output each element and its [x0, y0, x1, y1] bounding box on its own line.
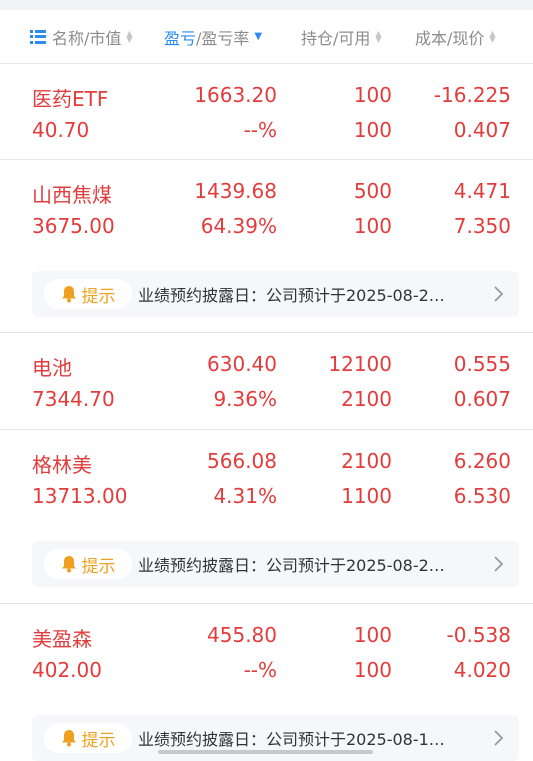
current-price: 4.020: [453, 658, 511, 682]
column-header-pnl[interactable]: 盈亏/盈亏率 ▼: [164, 10, 262, 63]
earnings-notice-banner[interactable]: 提示 业绩预约披露日：公司预计于2025-08-2…: [32, 271, 519, 317]
holding-row[interactable]: 美盈森 455.80 100 -0.538 402.00 --% 100 4.0…: [0, 604, 533, 699]
market-value: 3675.00: [32, 214, 115, 238]
notice-tag-label: 提示: [81, 286, 116, 307]
holding-row[interactable]: 医药ETF 1663.20 100 -16.225 40.70 --% 100 …: [0, 64, 533, 159]
current-price: 7.350: [453, 214, 511, 238]
position-qty: 100: [353, 83, 392, 107]
current-price: 0.607: [453, 387, 511, 411]
cost-price: 0.555: [453, 352, 511, 376]
sort-icon: ▲ ▼: [126, 28, 133, 44]
top-strip: [0, 0, 533, 10]
pnl-value: 630.40: [207, 352, 277, 376]
notice-tag-label: 提示: [81, 556, 116, 577]
available-qty: 100: [353, 214, 392, 238]
stock-name: 格林美: [32, 453, 92, 477]
pnl-value: 1439.68: [194, 179, 277, 203]
earnings-notice-banner[interactable]: 提示 业绩预约披露日：公司预计于2025-08-1…: [32, 715, 519, 761]
position-qty: 12100: [328, 352, 392, 376]
earnings-notice-banner[interactable]: 提示 业绩预约披露日：公司预计于2025-08-2…: [32, 541, 519, 587]
chevron-right-icon[interactable]: [489, 284, 509, 304]
column-header-label: 盈亏: [164, 28, 197, 48]
cost-price: 4.471: [453, 179, 511, 203]
bell-icon: [61, 285, 77, 303]
market-value: 7344.70: [32, 387, 115, 411]
home-indicator[interactable]: [158, 750, 373, 754]
pnl-rate: --%: [243, 658, 277, 682]
market-value: 402.00: [32, 658, 102, 682]
holding-row[interactable]: 山西焦煤 1439.68 500 4.471 3675.00 64.39% 10…: [0, 160, 533, 255]
cost-price: 6.260: [453, 449, 511, 473]
list-icon: [30, 29, 46, 44]
position-qty: 100: [353, 623, 392, 647]
available-qty: 100: [353, 118, 392, 142]
column-header-label: 成本/现价: [415, 28, 485, 48]
sort-desc-icon: ▼: [254, 30, 263, 42]
current-price: 6.530: [453, 484, 511, 508]
market-value: 13713.00: [32, 484, 128, 508]
available-qty: 100: [353, 658, 392, 682]
bell-icon: [61, 555, 77, 573]
stock-name: 山西焦煤: [32, 183, 112, 207]
available-qty: 1100: [341, 484, 392, 508]
cost-price: -0.538: [446, 623, 511, 647]
notice-tag: 提示: [44, 549, 132, 579]
pnl-value: 455.80: [207, 623, 277, 647]
pnl-value: 1663.20: [194, 83, 277, 107]
pnl-rate: 4.31%: [213, 484, 277, 508]
bell-icon: [61, 729, 77, 747]
pnl-value: 566.08: [207, 449, 277, 473]
pnl-rate: 9.36%: [213, 387, 277, 411]
column-header-label: /盈亏率: [196, 28, 250, 48]
column-header-cost-price[interactable]: 成本/现价 ▲ ▼: [415, 10, 496, 63]
pnl-rate: --%: [243, 118, 277, 142]
pnl-rate: 64.39%: [200, 214, 277, 238]
stock-name: 美盈森: [32, 627, 92, 651]
notice-text: 业绩预约披露日：公司预计于2025-08-2…: [138, 556, 445, 575]
holding-row[interactable]: 电池 630.40 12100 0.555 7344.70 9.36% 2100…: [0, 333, 533, 428]
holding-row[interactable]: 格林美 566.08 2100 6.260 13713.00 4.31% 110…: [0, 430, 533, 525]
available-qty: 2100: [341, 387, 392, 411]
stock-name: 医药ETF: [32, 87, 109, 111]
position-qty: 2100: [341, 449, 392, 473]
notice-text: 业绩预约披露日：公司预计于2025-08-1…: [138, 730, 445, 749]
sort-icon: ▲ ▼: [489, 28, 496, 44]
sort-icon: ▲ ▼: [375, 28, 382, 44]
position-qty: 500: [353, 179, 392, 203]
current-price: 0.407: [453, 118, 511, 142]
holdings-table-header: 名称/市值 ▲ ▼ 盈亏/盈亏率 ▼ 持仓/可用 ▲ ▼ 成本/现价 ▲ ▼: [0, 10, 533, 64]
column-header-name-value[interactable]: 名称/市值 ▲ ▼: [30, 10, 133, 63]
notice-tag-label: 提示: [81, 730, 116, 751]
market-value: 40.70: [32, 118, 90, 142]
stock-name: 电池: [32, 356, 72, 380]
column-header-position[interactable]: 持仓/可用 ▲ ▼: [301, 10, 382, 63]
notice-tag: 提示: [44, 723, 132, 753]
chevron-right-icon[interactable]: [489, 728, 509, 748]
chevron-right-icon[interactable]: [489, 554, 509, 574]
notice-text: 业绩预约披露日：公司预计于2025-08-2…: [138, 286, 445, 305]
column-header-label: 名称/市值: [52, 28, 122, 48]
column-header-label: 持仓/可用: [301, 28, 371, 48]
cost-price: -16.225: [433, 83, 511, 107]
notice-tag: 提示: [44, 279, 132, 309]
